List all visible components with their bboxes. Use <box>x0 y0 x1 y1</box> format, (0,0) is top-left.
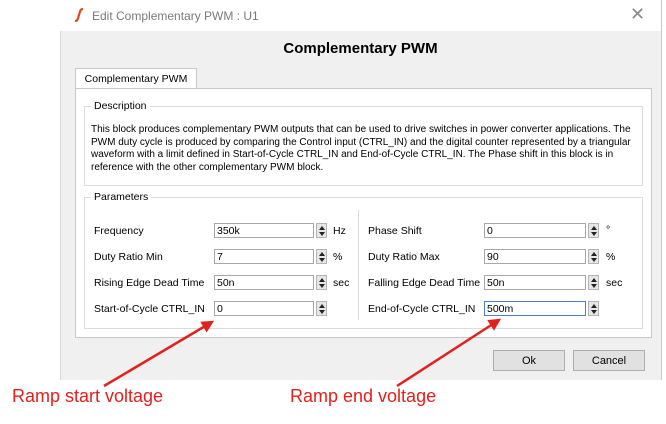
ramp-start-annotation: Ramp start voltage <box>12 386 164 406</box>
annotation-arrows <box>103 318 502 388</box>
ramp-start-arrow <box>103 320 215 388</box>
ramp-end-arrow <box>396 318 502 388</box>
ramp-end-annotation: Ramp end voltage <box>290 386 437 406</box>
